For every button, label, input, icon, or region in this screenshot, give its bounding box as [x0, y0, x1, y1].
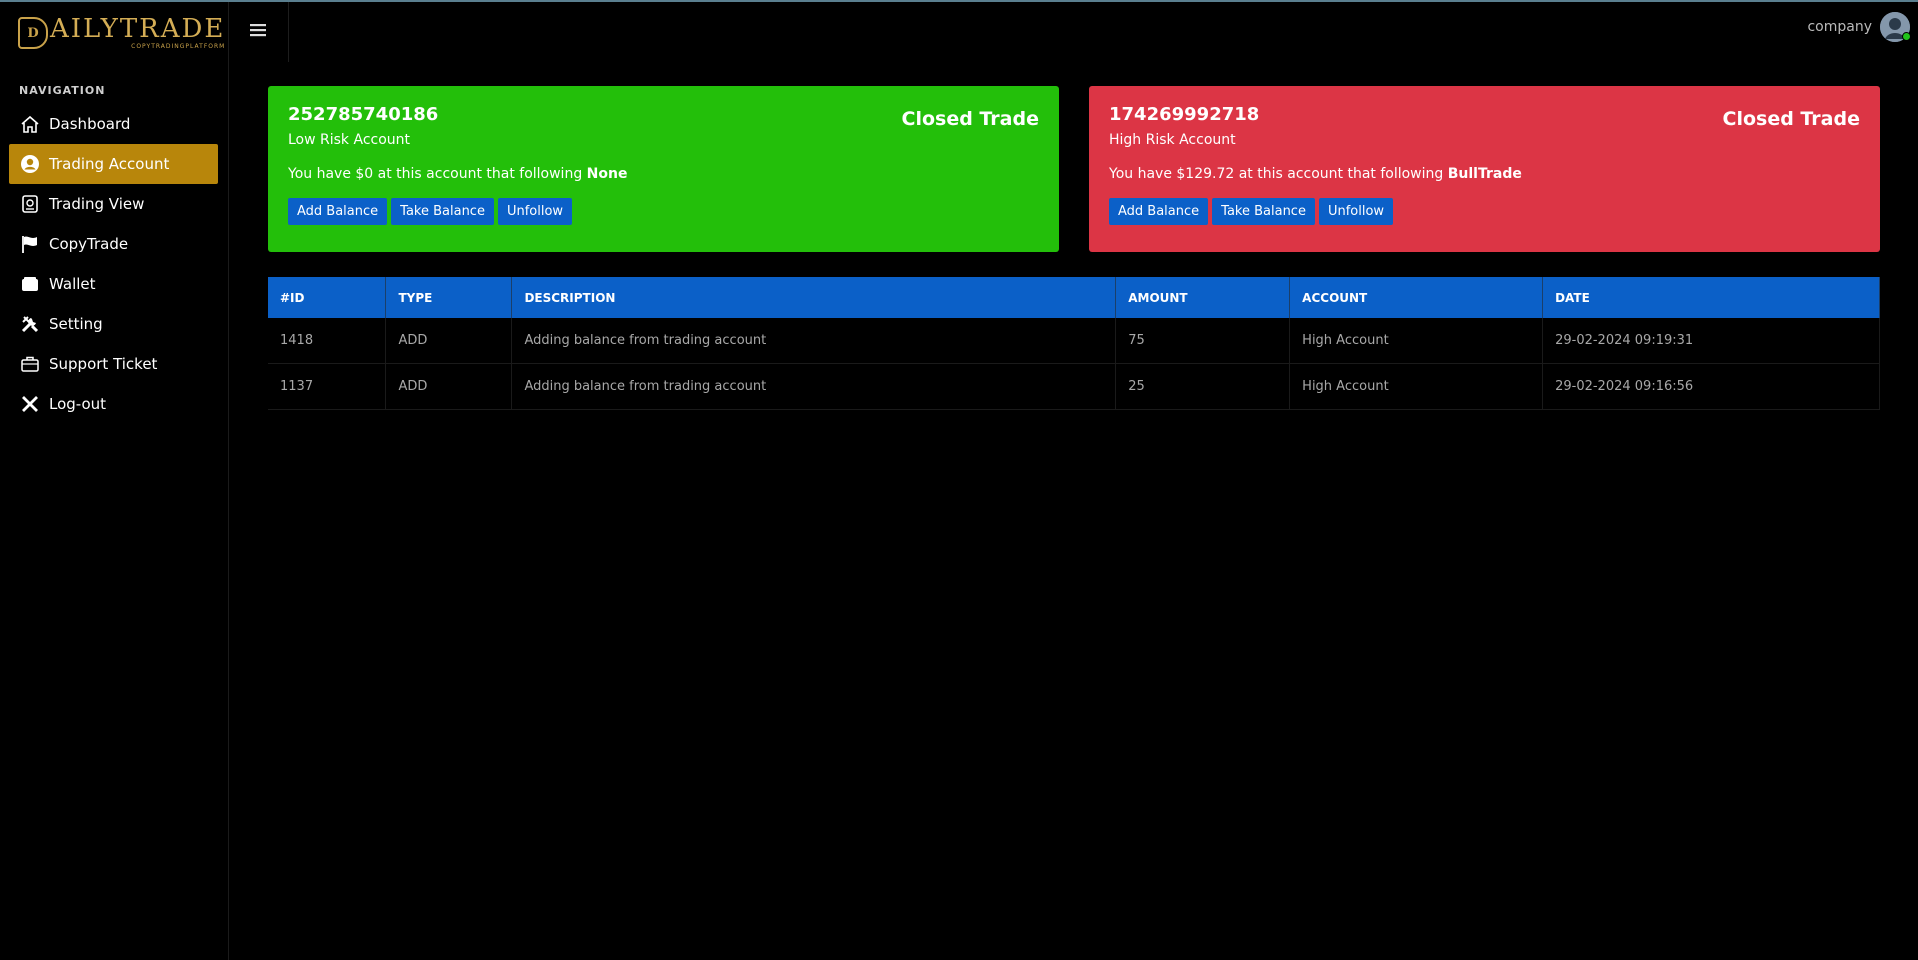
sidebar-item-trading-view[interactable]: Trading View — [9, 184, 218, 224]
brand-subtitle: COPYTRADINGPLATFORM — [131, 43, 226, 50]
cell-description: Adding balance from trading account — [511, 318, 1117, 364]
sidebar-item-label: Support Ticket — [49, 355, 158, 373]
sidebar-item-support-ticket[interactable]: Support Ticket — [9, 344, 218, 384]
cell-amount: 75 — [1115, 318, 1291, 364]
sidebar-item-label: Log-out — [49, 395, 107, 413]
flag-icon — [19, 233, 41, 255]
transactions-table: #ID TYPE DESCRIPTION AMOUNT ACCOUNT DATE… — [268, 277, 1880, 410]
cell-type: ADD — [385, 318, 513, 364]
menu-toggle-icon[interactable] — [246, 16, 270, 44]
account-card-low-risk: 252785740186 Low Risk Account Closed Tra… — [268, 86, 1059, 252]
avatar[interactable] — [1880, 12, 1911, 42]
username: company — [1807, 19, 1872, 35]
trade-status: Closed Trade — [901, 108, 1039, 130]
take-balance-button[interactable]: Take Balance — [1212, 198, 1315, 225]
take-balance-button[interactable]: Take Balance — [391, 198, 494, 225]
table-row: 1418 ADD Adding balance from trading acc… — [268, 318, 1880, 364]
sidebar-item-wallet[interactable]: Wallet — [9, 264, 218, 304]
sidebar-item-label: Trading View — [49, 195, 145, 213]
account-balance-text: You have $0 at this account that followi… — [288, 166, 628, 182]
close-icon — [19, 393, 41, 415]
tools-icon — [19, 313, 41, 335]
account-actions: Add Balance Take Balance Unfollow — [288, 198, 1039, 225]
cell-account: High Account — [1289, 318, 1544, 364]
table-header-row: #ID TYPE DESCRIPTION AMOUNT ACCOUNT DATE — [268, 277, 1880, 318]
following-name: BullTrade — [1447, 166, 1522, 182]
cell-amount: 25 — [1115, 363, 1291, 410]
trade-status: Closed Trade — [1722, 108, 1860, 130]
sidebar: D AILYTRADE COPYTRADINGPLATFORM NAVIGATI… — [0, 2, 229, 960]
cell-id: 1137 — [268, 363, 387, 410]
add-balance-button[interactable]: Add Balance — [1109, 198, 1209, 225]
user-circle-icon — [19, 153, 41, 175]
cell-account: High Account — [1289, 363, 1544, 410]
column-header-type[interactable]: TYPE — [385, 277, 513, 318]
sidebar-item-label: Trading Account — [49, 155, 170, 173]
account-card-high-risk: 174269992718 High Risk Account Closed Tr… — [1089, 86, 1880, 252]
account-type: High Risk Account — [1109, 132, 1236, 148]
column-header-account[interactable]: ACCOUNT — [1289, 277, 1544, 318]
brand-title: AILYTRADE — [50, 14, 226, 44]
sidebar-item-setting[interactable]: Setting — [9, 304, 218, 344]
home-icon — [19, 113, 41, 135]
sidebar-item-dashboard[interactable]: Dashboard — [9, 104, 218, 144]
sidebar-item-trading-account[interactable]: Trading Account — [9, 144, 218, 184]
online-status-dot — [1902, 32, 1911, 41]
cell-id: 1418 — [268, 318, 387, 364]
column-header-amount[interactable]: AMOUNT — [1115, 277, 1291, 318]
briefcase-icon — [19, 353, 41, 375]
sidebar-item-label: Dashboard — [49, 115, 131, 133]
table-row: 1137 ADD Adding balance from trading acc… — [268, 363, 1880, 410]
sidebar-nav: Dashboard Trading Account Trading View C… — [9, 104, 218, 424]
column-header-description[interactable]: DESCRIPTION — [511, 277, 1117, 318]
sidebar-item-label: Setting — [49, 315, 103, 333]
cell-date: 29-02-2024 09:19:31 — [1542, 318, 1880, 364]
sidebar-item-label: CopyTrade — [49, 235, 129, 253]
sidebar-item-log-out[interactable]: Log-out — [9, 384, 218, 424]
sidebar-item-copytrade[interactable]: CopyTrade — [9, 224, 218, 264]
user-menu[interactable]: company — [1807, 12, 1911, 42]
brand-logo[interactable]: D AILYTRADE COPYTRADINGPLATFORM — [18, 16, 225, 50]
sidebar-item-label: Wallet — [49, 275, 96, 293]
add-balance-button[interactable]: Add Balance — [288, 198, 388, 225]
unfollow-button[interactable]: Unfollow — [1318, 198, 1394, 225]
following-name: None — [586, 166, 628, 182]
cell-date: 29-02-2024 09:16:56 — [1542, 363, 1880, 410]
wallet-icon — [19, 273, 41, 295]
nav-heading: NAVIGATION — [19, 84, 106, 97]
column-header-date[interactable]: DATE — [1542, 277, 1880, 318]
brand-mark: D — [18, 17, 48, 49]
cell-description: Adding balance from trading account — [511, 363, 1117, 410]
column-header-id[interactable]: #ID — [268, 277, 387, 318]
unfollow-button[interactable]: Unfollow — [497, 198, 573, 225]
chart-icon — [19, 193, 41, 215]
account-type: Low Risk Account — [288, 132, 411, 148]
cell-type: ADD — [385, 363, 513, 410]
account-actions: Add Balance Take Balance Unfollow — [1109, 198, 1860, 225]
account-balance-text: You have $129.72 at this account that fo… — [1109, 166, 1522, 182]
header-divider — [288, 2, 289, 62]
